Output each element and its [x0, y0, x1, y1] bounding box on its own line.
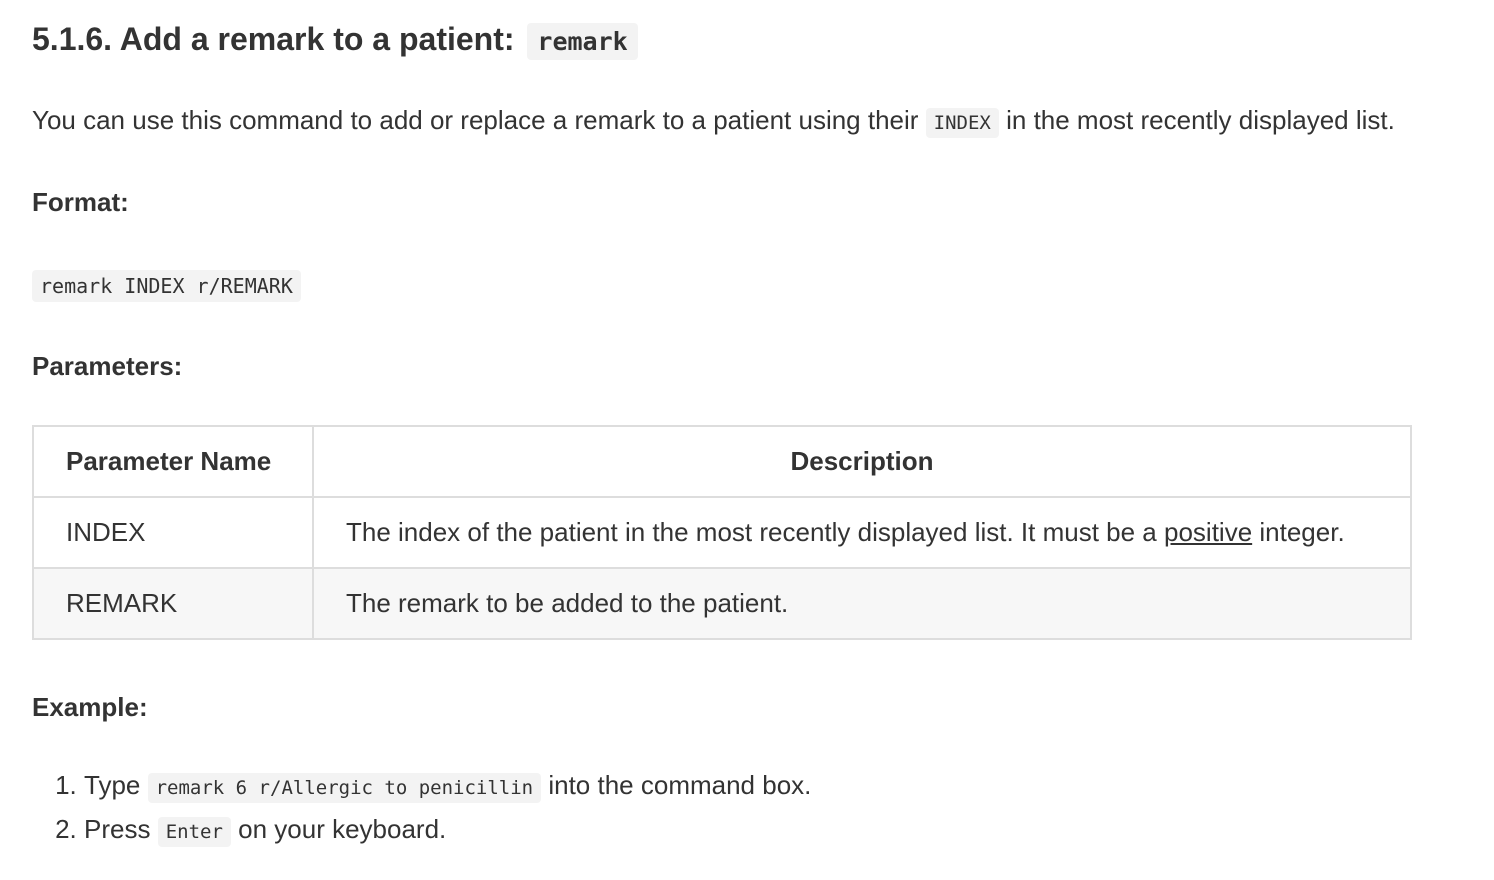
intro-paragraph: You can use this command to add or repla…	[32, 100, 1395, 143]
table-header-row: Parameter Name Description	[32, 425, 1412, 498]
enter-key-code: Enter	[157, 817, 231, 847]
example-steps-list: Type remark 6 r/Allergic to penicillin i…	[54, 765, 811, 853]
header-parameter-name: Parameter Name	[32, 425, 314, 498]
positive-link[interactable]: positive	[1164, 517, 1252, 547]
intro-text-after: in the most recently displayed list.	[1006, 105, 1395, 135]
step-text-after: into the command box.	[548, 770, 812, 800]
step-command-code: remark 6 r/Allergic to penicillin	[147, 773, 542, 803]
param-desc-text: The index of the patient in the most rec…	[346, 517, 1157, 547]
parameters-table: Parameter Name Description INDEX The ind…	[32, 425, 1412, 640]
heading-command-code: remark	[527, 23, 638, 60]
param-desc-cell: The index of the patient in the most rec…	[312, 496, 1412, 569]
intro-index-code: INDEX	[925, 108, 999, 138]
list-item: Type remark 6 r/Allergic to penicillin i…	[84, 765, 811, 809]
param-name-cell: INDEX	[32, 496, 314, 569]
format-label: Format:	[32, 187, 129, 217]
step-text-after: on your keyboard.	[238, 814, 447, 844]
step-text-before: Type	[84, 770, 141, 800]
table-row: INDEX The index of the patient in the mo…	[32, 496, 1412, 569]
list-item: Press Enter on your keyboard.	[84, 809, 811, 853]
parameters-label: Parameters:	[32, 351, 183, 381]
intro-text-before: You can use this command to add or repla…	[32, 105, 919, 135]
table-row: REMARK The remark to be added to the pat…	[32, 567, 1412, 640]
param-name-cell: REMARK	[32, 567, 314, 640]
example-label: Example:	[32, 692, 148, 722]
format-code: remark INDEX r/REMARK	[32, 270, 301, 302]
section-heading: 5.1.6. Add a remark to a patient: remark	[32, 16, 638, 65]
section-heading-text: 5.1.6. Add a remark to a patient:	[32, 21, 515, 57]
param-desc-cell: The remark to be added to the patient.	[312, 567, 1412, 640]
param-desc-text-end: integer.	[1259, 517, 1345, 547]
step-text-before: Press	[84, 814, 151, 844]
header-description: Description	[312, 425, 1412, 498]
